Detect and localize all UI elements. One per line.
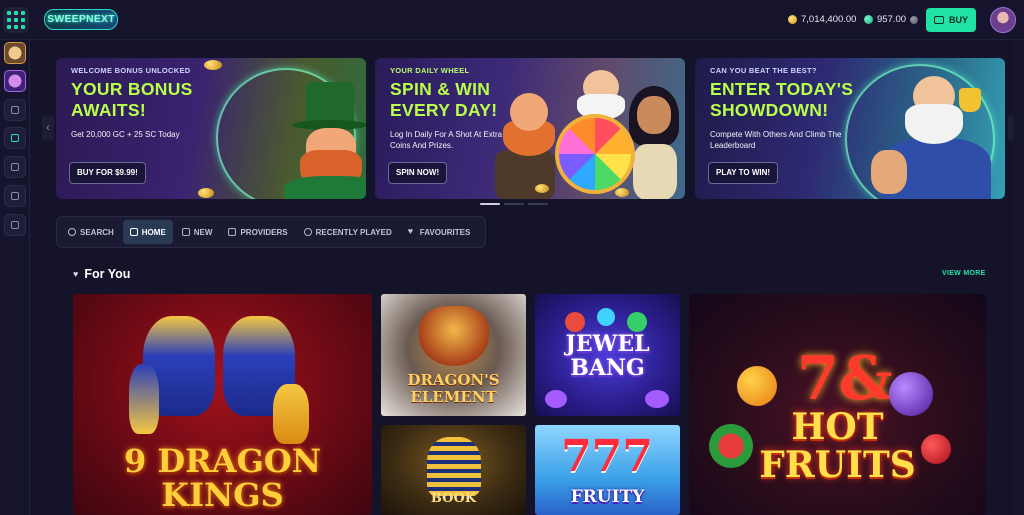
sidebar [0,40,30,515]
top-bar: SWEEPNEXT 7,014,400.00 957.00 BUY [0,0,1024,40]
game-tile-hot-fruits[interactable]: 7& HOT FRUITS [689,294,986,515]
tab-new[interactable]: NEW [175,220,220,244]
sweep-coin-balance[interactable]: 957.00 [864,14,919,25]
gold-coin-amount: 7,014,400.00 [801,14,857,25]
game-tile-jewel-bang[interactable]: JEWEL BANG [535,294,680,416]
game-title: 9 DRAGON KINGS [123,442,322,514]
banner-eyebrow: WELCOME BONUS UNLOCKED [71,66,191,75]
banner-eyebrow: CAN YOU BEAT THE BEST? [710,66,817,75]
sidebar-game-avatar[interactable] [4,70,26,92]
game-tile-dragons-element[interactable]: DRAGON'S ELEMENT [381,294,526,416]
prize-wheel-icon [555,114,635,194]
dragon-mask-illustration [419,306,489,366]
banner-subtext: Get 20,000 GC + 25 SC Today [71,130,180,139]
tab-favourites[interactable]: FAVOURITES [401,220,478,244]
wallet-icon [933,16,944,24]
pharaoh-illustration [427,437,481,497]
banner-headline: SPIN & WIN EVERY DAY! [390,79,498,120]
carousel-prev-button[interactable]: ‹ [42,116,54,140]
game-tile-fruity[interactable]: 777 FRUITY [535,425,680,515]
sidebar-wallet-icon[interactable] [4,214,26,236]
game-title: JEWEL BANG [565,331,650,381]
banner-headline: YOUR BONUS AWAITS! [71,79,193,120]
search-icon [68,228,76,236]
info-icon[interactable] [910,15,919,24]
gold-coin-icon [788,15,797,24]
game-title: HOT FRUITS [759,406,916,486]
new-icon [181,228,190,236]
menu-grid-icon[interactable] [3,7,29,33]
game-category-tabs: SEARCH HOME NEW PROVIDERS RECENTLY PLAYE… [56,216,486,248]
banner-subtext: Compete With Others And Climb The Leader… [710,130,842,150]
banner-subtext: Log In Daily For A Shot At Extra Coins A… [390,130,503,150]
user-avatar[interactable] [990,7,1016,33]
sidebar-slots-icon[interactable] [4,156,26,178]
buy-button[interactable]: BUY [926,8,976,32]
seven-symbol: 7& [797,344,893,414]
sidebar-home-icon[interactable] [4,127,26,149]
providers-icon [228,228,237,236]
banner-headline: ENTER TODAY'S SHOWDOWN! [710,79,854,120]
banner-daily-wheel[interactable]: YOUR DAILY WHEEL SPIN & WIN EVERY DAY! L… [375,58,685,199]
game-title: FRUITY [570,487,645,507]
banner-welcome-bonus[interactable]: WELCOME BONUS UNLOCKED YOUR BONUS AWAITS… [56,58,366,199]
sweep-coin-amount: 957.00 [877,14,907,25]
heart-icon: ♥ [73,269,79,279]
buy-bonus-button[interactable]: BUY FOR $9.99! [69,162,146,184]
tab-home[interactable]: HOME [122,220,173,244]
page-scrollbar[interactable] [1013,40,1024,515]
tab-search[interactable]: SEARCH [61,220,121,244]
buy-button-label: BUY [948,15,968,25]
gold-coin-balance[interactable]: 7,014,400.00 [788,14,856,25]
sweep-coin-icon [864,15,873,24]
game-tile-book[interactable]: BOOK [381,425,526,515]
history-icon [303,228,312,236]
sidebar-promo-avatar[interactable] [4,42,26,64]
play-to-win-button[interactable]: PLAY TO WIN! [708,162,779,184]
trophy-icon [959,88,981,112]
tab-recently-played[interactable]: RECENTLY PLAYED [297,220,399,244]
game-tile-9-dragon-kings[interactable]: 9 DRAGON KINGS [73,294,372,515]
site-logo[interactable]: SWEEPNEXT [44,9,118,30]
tab-providers[interactable]: PROVIDERS [221,220,294,244]
carousel-dot[interactable] [480,203,500,205]
banner-eyebrow: YOUR DAILY WHEEL [390,66,470,75]
seven-symbol: 777 [561,431,653,482]
game-title: DRAGON'S ELEMENT [407,371,500,406]
carousel-pagination [480,203,548,205]
sidebar-gift-icon[interactable] [4,99,26,121]
spin-now-button[interactable]: SPIN NOW! [388,162,448,184]
game-title: BOOK [430,491,477,506]
carousel-dot[interactable] [528,203,548,205]
carousel-dot[interactable] [504,203,524,205]
view-more-link[interactable]: VIEW MORE [942,270,986,277]
sidebar-promotions-icon[interactable] [4,185,26,207]
heart-icon [408,226,416,236]
home-icon [129,228,138,236]
banner-showdown[interactable]: CAN YOU BEAT THE BEST? ENTER TODAY'S SHO… [695,58,1005,199]
section-title: ♥ For You [73,267,131,281]
